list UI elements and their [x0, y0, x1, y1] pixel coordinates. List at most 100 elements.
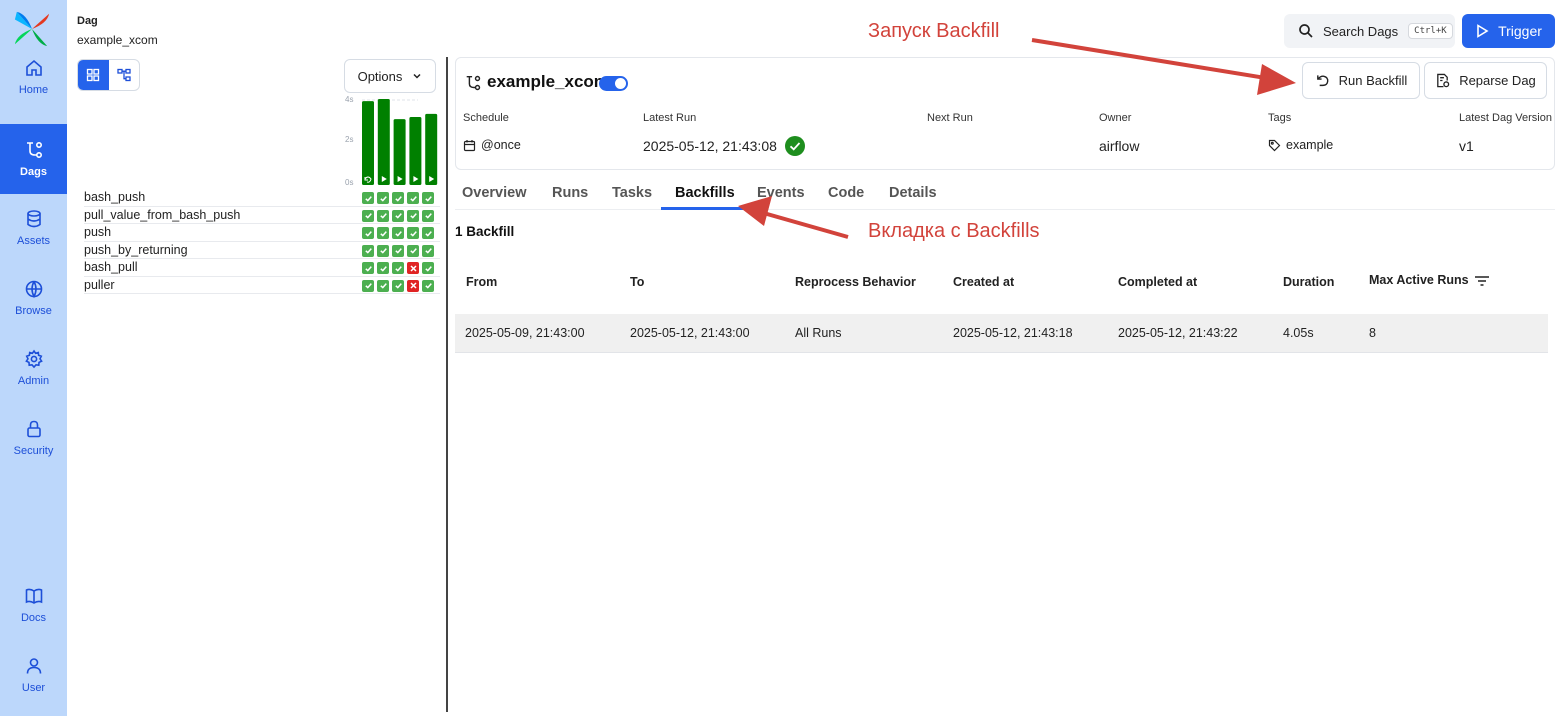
duration-bar[interactable]: [393, 119, 406, 185]
tab-code[interactable]: Code: [828, 185, 864, 201]
task-instance-success[interactable]: [392, 227, 404, 239]
options-button[interactable]: Options: [344, 59, 436, 93]
gear-icon: [24, 349, 43, 369]
column-header-to[interactable]: To: [630, 275, 644, 289]
grid-view-button[interactable]: [78, 60, 109, 90]
task-instance-success[interactable]: [362, 244, 374, 257]
task-instance-cells: [362, 209, 434, 222]
task-instance-success[interactable]: [377, 227, 389, 239]
task-instance-success[interactable]: [422, 227, 434, 239]
nav-item-assets[interactable]: Assets: [0, 195, 67, 261]
duration-bar[interactable]: [425, 113, 438, 185]
task-row[interactable]: puller: [84, 277, 440, 294]
task-instance-success[interactable]: [362, 192, 374, 204]
nav-label-user: User: [21, 682, 46, 694]
task-instance-success[interactable]: [377, 209, 389, 222]
task-instance-success[interactable]: [392, 262, 404, 274]
globe-icon: [25, 280, 42, 299]
task-row[interactable]: push_by_returning: [84, 242, 440, 259]
graph-view-button[interactable]: [109, 60, 140, 90]
dag-pause-toggle[interactable]: [599, 76, 628, 91]
task-row[interactable]: bash_pull: [84, 259, 440, 277]
task-row[interactable]: pull_value_from_bash_push: [84, 207, 440, 224]
tab-details[interactable]: Details: [889, 185, 937, 201]
tab-events[interactable]: Events: [757, 185, 805, 201]
dag-version-value: v1: [1459, 138, 1474, 154]
success-check-icon: [784, 136, 805, 156]
task-instance-success[interactable]: [422, 279, 434, 292]
task-instance-success[interactable]: [377, 262, 389, 274]
nav-item-admin[interactable]: Admin: [0, 335, 67, 401]
nav-item-browse[interactable]: Browse: [0, 265, 67, 331]
task-instance-success[interactable]: [392, 279, 404, 292]
annotation-run-backfill: Запуск Backfill: [868, 20, 1000, 42]
nav-label-admin: Admin: [17, 375, 50, 387]
filter-icon[interactable]: [1474, 275, 1490, 287]
column-header-from[interactable]: From: [466, 275, 497, 289]
task-instance-failed[interactable]: [407, 279, 419, 292]
table-cell: 2025-05-09, 21:43:00: [465, 326, 585, 340]
trigger-button[interactable]: Trigger: [1462, 14, 1555, 48]
column-header-reprocess-behavior[interactable]: Reprocess Behavior: [795, 275, 916, 289]
nav-item-dags[interactable]: Dags: [0, 124, 67, 194]
breadcrumb-dag-id[interactable]: example_xcom: [77, 33, 158, 47]
check-icon: [364, 213, 372, 219]
task-instance-success[interactable]: [422, 209, 434, 222]
tab-tasks[interactable]: Tasks: [612, 185, 652, 201]
nav-label-docs: Docs: [20, 612, 47, 624]
duration-bar[interactable]: [362, 101, 374, 185]
task-instance-success[interactable]: [407, 209, 419, 222]
task-instance-success[interactable]: [392, 244, 404, 257]
graph-icon: [117, 68, 131, 82]
task-instance-success[interactable]: [362, 227, 374, 239]
task-instance-success[interactable]: [392, 192, 404, 204]
column-header-duration[interactable]: Duration: [1283, 275, 1334, 289]
task-instance-success[interactable]: [377, 279, 389, 292]
tab-runs[interactable]: Runs: [552, 185, 588, 201]
check-icon: [424, 248, 432, 254]
task-instance-success[interactable]: [377, 192, 389, 204]
task-instance-success[interactable]: [422, 262, 434, 274]
duration-bar[interactable]: [377, 98, 390, 185]
nav-item-docs[interactable]: Docs: [0, 572, 67, 638]
task-instance-success[interactable]: [422, 192, 434, 204]
task-instance-success[interactable]: [362, 262, 374, 274]
latest-run-value[interactable]: 2025-05-12, 21:43:08: [643, 136, 810, 156]
task-row[interactable]: push: [84, 224, 440, 242]
column-header-created-at[interactable]: Created at: [953, 275, 1014, 289]
task-instance-failed[interactable]: [407, 262, 419, 274]
search-shortcut: Ctrl+K: [1408, 23, 1453, 39]
check-icon: [409, 213, 417, 219]
undo-icon: [1316, 75, 1329, 87]
nav-item-security[interactable]: Security: [0, 405, 67, 471]
task-instance-success[interactable]: [362, 279, 374, 292]
check-icon: [409, 195, 417, 202]
grid-icon: [87, 68, 100, 82]
column-header-completed-at[interactable]: Completed at: [1118, 275, 1197, 289]
task-instance-success[interactable]: [377, 244, 389, 257]
task-instance-success[interactable]: [392, 209, 404, 222]
task-row[interactable]: bash_push: [84, 189, 440, 207]
task-instance-success[interactable]: [407, 227, 419, 239]
task-instance-success[interactable]: [362, 209, 374, 222]
duration-bar[interactable]: [409, 117, 422, 185]
search-dags-button[interactable]: Search Dags Ctrl+K: [1284, 14, 1455, 48]
task-instance-success[interactable]: [407, 192, 419, 204]
nav-item-user[interactable]: User: [0, 642, 67, 708]
user-icon: [26, 658, 41, 674]
nav-item-home[interactable]: Home: [0, 44, 67, 110]
run-backfill-button[interactable]: Run Backfill: [1302, 62, 1420, 99]
table-cell: All Runs: [795, 326, 842, 340]
task-instance-success[interactable]: [422, 244, 434, 257]
column-header-max-active-runs[interactable]: Max Active Runs: [1369, 273, 1469, 287]
table-cell: 2025-05-12, 21:43:22: [1118, 326, 1238, 340]
airflow-logo[interactable]: [13, 10, 51, 48]
reparse-dag-button[interactable]: Reparse Dag: [1424, 62, 1547, 99]
tab-overview[interactable]: Overview: [462, 185, 527, 201]
tag-badge[interactable]: example: [1268, 138, 1333, 152]
tab-backfills[interactable]: Backfills: [675, 185, 735, 201]
panel-divider[interactable]: [446, 57, 448, 712]
nav-label-browse: Browse: [15, 305, 52, 317]
task-instance-success[interactable]: [407, 244, 419, 257]
check-icon: [394, 230, 402, 237]
